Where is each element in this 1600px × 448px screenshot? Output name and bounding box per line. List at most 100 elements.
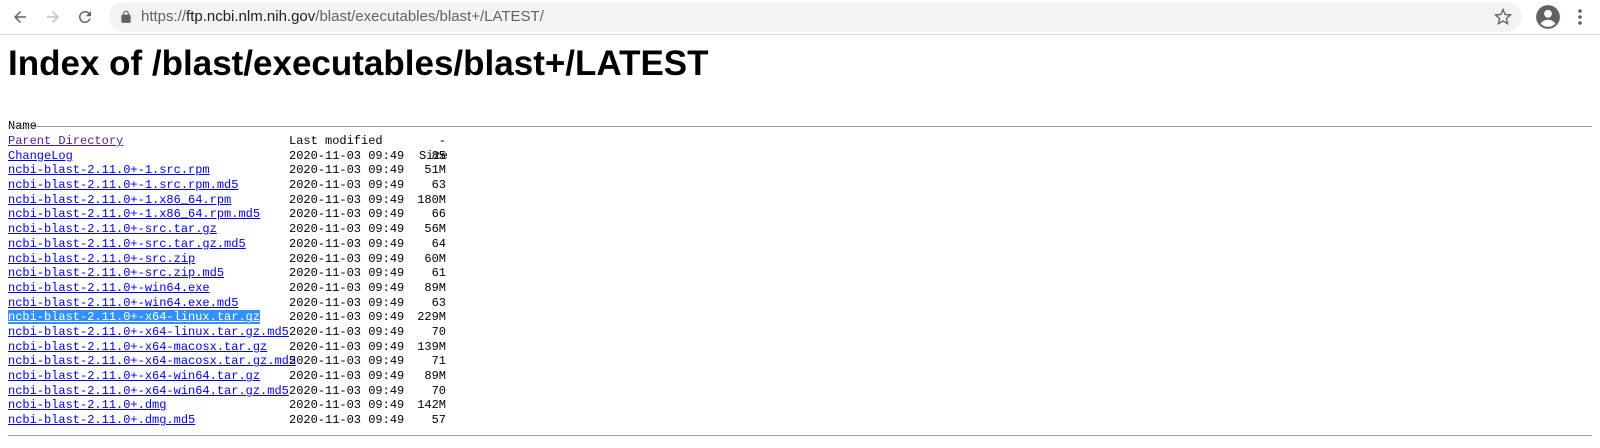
file-link[interactable]: ncbi-blast-2.11.0+-x64-macosx.tar.gz.md5 (8, 354, 296, 368)
last-modified: 2020-11-03 09:49 (289, 369, 405, 383)
list-item: ncbi-blast-2.11.0+.dmg 2020-11-03 09:49 14… (8, 398, 1592, 413)
file-size: 142M (417, 398, 446, 413)
last-modified: 2020-11-03 09:49 (289, 192, 405, 207)
parent-directory-link[interactable]: Parent Directory (8, 134, 123, 148)
url-path: /blast/executables/blast+/LATEST/ (315, 8, 544, 25)
file-size: 180M (417, 192, 446, 207)
file-size: 70 (431, 383, 446, 398)
url-host: ftp.ncbi.nlm.nih.gov (186, 8, 316, 25)
file-size: 60M (424, 251, 446, 266)
forward-arrow-icon (47, 11, 59, 23)
file-link[interactable]: ncbi-blast-2.11.0+-src.tar.gz (8, 222, 217, 236)
file-link[interactable]: ncbi-blast-2.11.0+-1.src.rpm.md5 (8, 178, 238, 192)
list-item: ncbi-blast-2.11.0+-src.tar.gz 2020-11-03 … (8, 222, 1592, 237)
file-list: Parent Directory - ChangeLog 2020-11-03 09… (8, 134, 1592, 428)
list-item: ChangeLog 2020-11-03 09:49 85 (8, 149, 1592, 164)
list-item: ncbi-blast-2.11.0+-x64-linux.tar.gz 2020-… (8, 310, 1592, 325)
file-size: 51M (424, 163, 446, 178)
last-modified: 2020-11-03 09:49 (289, 398, 405, 413)
listing-header: Name Last modified Size (8, 104, 1592, 163)
list-item: ncbi-blast-2.11.0+-x64-macosx.tar.gz 2020… (8, 340, 1592, 355)
file-size: 71 (431, 354, 446, 369)
list-item: ncbi-blast-2.11.0+.dmg.md5 2020-11-03 09:… (8, 413, 1592, 428)
file-size: 66 (431, 207, 446, 222)
file-link[interactable]: ncbi-blast-2.11.0+-x64-win64.tar.gz.md5 (8, 384, 289, 398)
url-scheme: https:// (141, 8, 187, 25)
file-link[interactable]: ncbi-blast-2.11.0+-win64.exe.md5 (8, 296, 238, 310)
last-modified: 2020-11-03 09:49 (289, 339, 405, 354)
forward-button[interactable] (41, 5, 65, 29)
last-modified: 2020-11-03 09:49 (289, 413, 405, 428)
file-size: 57 (431, 413, 446, 428)
back-arrow-icon (14, 11, 26, 23)
list-item: ncbi-blast-2.11.0+-win64.exe.md5 2020-11-… (8, 296, 1592, 311)
lock-icon[interactable] (119, 10, 133, 24)
list-item: ncbi-blast-2.11.0+-src.zip.md5 2020-11-03… (8, 266, 1592, 281)
list-item: ncbi-blast-2.11.0+-x64-win64.tar.gz.md5 2… (8, 384, 1592, 399)
footer-divider (8, 435, 1592, 436)
file-size: 89M (424, 280, 446, 295)
list-item: ncbi-blast-2.11.0+-src.zip 2020-11-03 09:… (8, 252, 1592, 267)
list-item: ncbi-blast-2.11.0+-1.src.rpm.md5 2020-11-… (8, 178, 1592, 193)
file-size: 70 (431, 324, 446, 339)
list-item: ncbi-blast-2.11.0+-1.x86_64.rpm.md5 2020-… (8, 207, 1592, 222)
file-link-selected[interactable]: ncbi-blast-2.11.0+-x64-linux.tar.gz (8, 310, 261, 325)
file-size: 63 (431, 178, 446, 193)
file-link[interactable]: ncbi-blast-2.11.0+.dmg (8, 398, 166, 412)
file-link[interactable]: ncbi-blast-2.11.0+-win64.exe (8, 281, 210, 295)
list-item: ncbi-blast-2.11.0+-1.src.rpm 2020-11-03 0… (8, 163, 1592, 178)
last-modified: 2020-11-03 09:49 (289, 251, 405, 266)
list-item: ncbi-blast-2.11.0+-x64-linux.tar.gz.md5 2… (8, 325, 1592, 340)
file-link[interactable]: ncbi-blast-2.11.0+-x64-macosx.tar.gz (8, 340, 267, 354)
file-link[interactable]: ChangeLog (8, 149, 73, 163)
file-link[interactable]: ncbi-blast-2.11.0+-src.tar.gz.md5 (8, 237, 246, 251)
file-size: 63 (431, 295, 446, 310)
account-icon[interactable] (1535, 4, 1561, 30)
reload-button[interactable] (73, 5, 97, 29)
star-icon[interactable] (1494, 8, 1512, 26)
file-link[interactable]: ncbi-blast-2.11.0+-1.x86_64.rpm.md5 (8, 207, 260, 221)
last-modified: 2020-11-03 09:49 (289, 148, 405, 163)
file-link[interactable]: ncbi-blast-2.11.0+-1.x86_64.rpm (8, 193, 231, 207)
file-size: - (438, 134, 446, 148)
last-modified: 2020-11-03 09:49 (289, 383, 405, 398)
browser-toolbar: https://ftp.ncbi.nlm.nih.gov/blast/execu… (0, 0, 1600, 35)
address-bar[interactable]: https://ftp.ncbi.nlm.nih.gov/blast/execu… (109, 2, 1522, 32)
page-title: Index of /blast/executables/blast+/LATES… (8, 44, 709, 83)
last-modified: 2020-11-03 09:49 (289, 280, 405, 295)
file-link[interactable]: ncbi-blast-2.11.0+-1.src.rpm (8, 163, 210, 177)
list-item: ncbi-blast-2.11.0+-win64.exe 2020-11-03 0… (8, 281, 1592, 296)
last-modified: 2020-11-03 09:49 (289, 295, 405, 310)
last-modified: 2020-11-03 09:49 (289, 354, 405, 369)
list-item: ncbi-blast-2.11.0+-src.tar.gz.md5 2020-11… (8, 237, 1592, 252)
last-modified: 2020-11-03 09:49 (289, 324, 405, 339)
last-modified: 2020-11-03 09:49 (289, 207, 405, 222)
file-size: 64 (431, 236, 446, 251)
list-item: ncbi-blast-2.11.0+-1.x86_64.rpm 2020-11-0… (8, 193, 1592, 208)
last-modified: 2020-11-03 09:49 (289, 236, 405, 251)
last-modified: 2020-11-03 09:49 (289, 178, 405, 193)
file-link[interactable]: ncbi-blast-2.11.0+-x64-linux.tar.gz.md5 (8, 325, 289, 339)
last-modified: 2020-11-03 09:49 (289, 310, 405, 325)
list-item: ncbi-blast-2.11.0+-x64-macosx.tar.gz.md5… (8, 354, 1592, 369)
file-size: 56M (424, 222, 446, 237)
file-link[interactable]: ncbi-blast-2.11.0+-x64-win64.tar.gz (8, 369, 260, 383)
header-divider (8, 126, 1592, 127)
file-size: 229M (417, 310, 446, 325)
list-item: ncbi-blast-2.11.0+-x64-win64.tar.gz 2020-… (8, 369, 1592, 384)
reload-icon (78, 10, 91, 23)
directory-listing: Name Last modified Size Parent Directory… (8, 104, 1592, 436)
more-vertical-icon[interactable] (1570, 6, 1590, 28)
url-text[interactable]: https://ftp.ncbi.nlm.nih.gov/blast/execu… (141, 2, 544, 32)
file-link[interactable]: ncbi-blast-2.11.0+-src.zip (8, 252, 195, 266)
file-size: 139M (417, 339, 446, 354)
last-modified: 2020-11-03 09:49 (289, 163, 405, 178)
last-modified: 2020-11-03 09:49 (289, 222, 405, 237)
file-size: 89M (424, 369, 446, 383)
file-size: 85 (431, 148, 446, 163)
file-link[interactable]: ncbi-blast-2.11.0+-src.zip.md5 (8, 266, 224, 280)
file-size: 61 (431, 266, 446, 281)
back-button[interactable] (8, 5, 32, 29)
list-item: Parent Directory - (8, 134, 1592, 149)
file-link[interactable]: ncbi-blast-2.11.0+.dmg.md5 (8, 413, 195, 427)
